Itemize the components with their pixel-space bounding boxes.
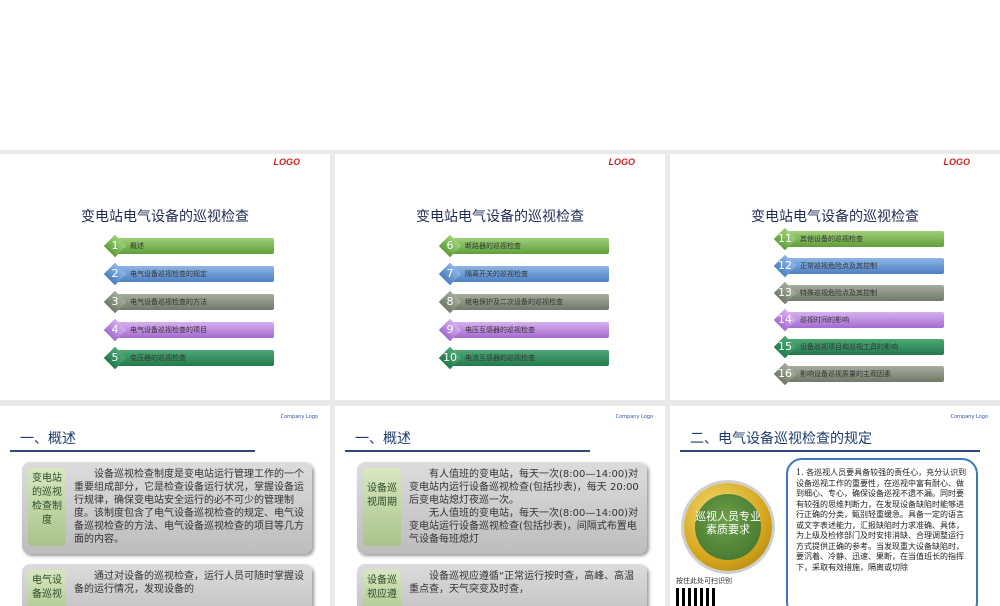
toc-number: 2 — [111, 267, 119, 280]
box-text: 通过对设备的巡视检查，运行人员可随时掌握设备的运行情况，发现设备的 — [74, 571, 304, 595]
emblem-label: 巡视人员专业素质要求 — [695, 494, 761, 560]
toc-label: 电气设备巡视检查的项目 — [130, 326, 207, 334]
box-text: 有人值班的变电站，每天一次(8:00—14:00)对变电站内运行设备巡视检查(包… — [409, 468, 644, 552]
divider — [345, 450, 590, 452]
company-logo: Company Logo — [615, 414, 653, 420]
logo: LOGO — [273, 157, 301, 167]
toc-number: 16 — [778, 367, 792, 380]
toc-number: 1 — [111, 239, 119, 252]
emblem-circle: 巡视人员专业素质要求 — [684, 483, 772, 571]
box-text-para: 有人值班的变电站，每天一次(8:00—14:00)对变电站内运行设备巡视检查(包… — [409, 469, 639, 506]
toc-label: 影响设备巡视质量的主观因素 — [800, 370, 891, 378]
toc-number: 5 — [111, 351, 119, 364]
section-heading: 二、电气设备巡视检查的规定 — [690, 431, 872, 447]
slide-title: 变电站电气设备的巡视检查 — [416, 209, 584, 225]
company-logo: Company Logo — [950, 414, 988, 420]
toc-number: 11 — [778, 232, 792, 245]
toc-number: 4 — [111, 323, 119, 336]
toc-label: 正常巡视危险点及其控制 — [800, 262, 877, 270]
slide-toc-1[interactable]: LOGO 变电站电气设备的巡视检查 1 概述 2 电气设备巡视检查的规定 3 电气设备巡视… — [0, 154, 330, 400]
box-tag: 电气设备巡视 — [28, 570, 66, 606]
toc-number: 14 — [778, 313, 792, 326]
section-heading: 一、概述 — [355, 431, 411, 447]
slide-title: 变电站电气设备的巡视检查 — [81, 209, 249, 225]
qr-caption: 按住此处可扫识别 — [676, 577, 732, 585]
toc-label: 电压互感器的巡视检查 — [465, 326, 535, 334]
toc-number: 10 — [443, 351, 457, 364]
slide-overview-1[interactable]: Company Logo 一、概述 变电站的巡视检查制度 设备巡视检查制度是变电… — [0, 406, 330, 606]
qr-code-icon[interactable] — [676, 588, 716, 606]
toc-number: 9 — [446, 323, 454, 336]
slide-toc-2[interactable]: LOGO 变电站电气设备的巡视检查 6 断路器的巡视检查 7 隔离开关的巡视检查 8 继电… — [335, 154, 665, 400]
toc-label: 设备巡视项目和巡视工具的影响 — [800, 343, 898, 351]
box-text: 设备巡视应遵循“正常运行按时查，高峰、高温重点查，天气突变及时查， — [409, 571, 635, 595]
toc-label: 特殊巡视危险点及其控制 — [800, 289, 877, 297]
toc-number: 13 — [778, 286, 792, 299]
toc-label: 电流互感器的巡视检查 — [465, 354, 535, 362]
toc-number: 12 — [778, 259, 792, 272]
toc-label: 电气设备巡视检查的方法 — [130, 298, 207, 306]
divider — [10, 450, 255, 452]
content-box: 变电站的巡视检查制度 设备巡视检查制度是变电站运行管理工作的一个重要组成部分，它… — [22, 462, 312, 554]
logo: LOGO — [608, 157, 636, 167]
toc-number: 6 — [446, 239, 454, 252]
slide-overview-2[interactable]: Company Logo 一、概述 设备巡视周期 有人值班的变电站，每天一次(8… — [335, 406, 665, 606]
toc-number: 3 — [111, 295, 119, 308]
slide-regulations[interactable]: Company Logo 二、电气设备巡视检查的规定 巡视人员专业素质要求 1.… — [670, 406, 1000, 606]
toc-label: 电气设备巡视检查的规定 — [130, 270, 207, 278]
logo: LOGO — [943, 157, 971, 167]
box-tag: 设备巡视周期 — [363, 468, 401, 546]
slide-toc-3[interactable]: LOGO 变电站电气设备的巡视检查 11 其他设备的巡视检查 12 正常巡视危险点及其… — [670, 154, 1000, 400]
toc-label: 继电保护及二次设备的巡视检查 — [465, 298, 563, 306]
blank-area — [0, 0, 1000, 150]
toc-label: 变压器的巡视检查 — [130, 354, 186, 362]
company-logo: Company Logo — [280, 414, 318, 420]
toc-number: 15 — [778, 340, 792, 353]
box-tag: 设备巡视应遵 — [363, 570, 401, 606]
toc-label: 概述 — [130, 242, 144, 250]
box-text-para: 无人值班的变电站，每天一次(8:00—14:00)对变电站运行设备巡视检查(包括… — [409, 508, 639, 545]
divider — [680, 450, 980, 452]
slide-title: 变电站电气设备的巡视检查 — [751, 209, 919, 225]
box-text: 设备巡视检查制度是变电站运行管理工作的一个重要组成部分，它是检查设备运行状况，掌… — [74, 469, 304, 545]
section-heading: 一、概述 — [20, 431, 76, 447]
toc-number: 7 — [446, 267, 454, 280]
toc-label: 断路器的巡视检查 — [465, 242, 521, 250]
toc-label: 其他设备的巡视检查 — [800, 235, 863, 243]
regulation-text-box: 1. 各巡视人员要具备较强的责任心，充分认识到设备巡视工作的重要性，在巡视中富有… — [786, 458, 978, 606]
box-tag: 变电站的巡视检查制度 — [28, 468, 66, 546]
toc-label: 巡视时间的影响 — [800, 316, 849, 324]
content-box: 设备巡视周期 有人值班的变电站，每天一次(8:00—14:00)对变电站内运行设… — [357, 462, 647, 554]
toc-number: 8 — [446, 295, 454, 308]
toc-label: 隔离开关的巡视检查 — [465, 270, 528, 278]
